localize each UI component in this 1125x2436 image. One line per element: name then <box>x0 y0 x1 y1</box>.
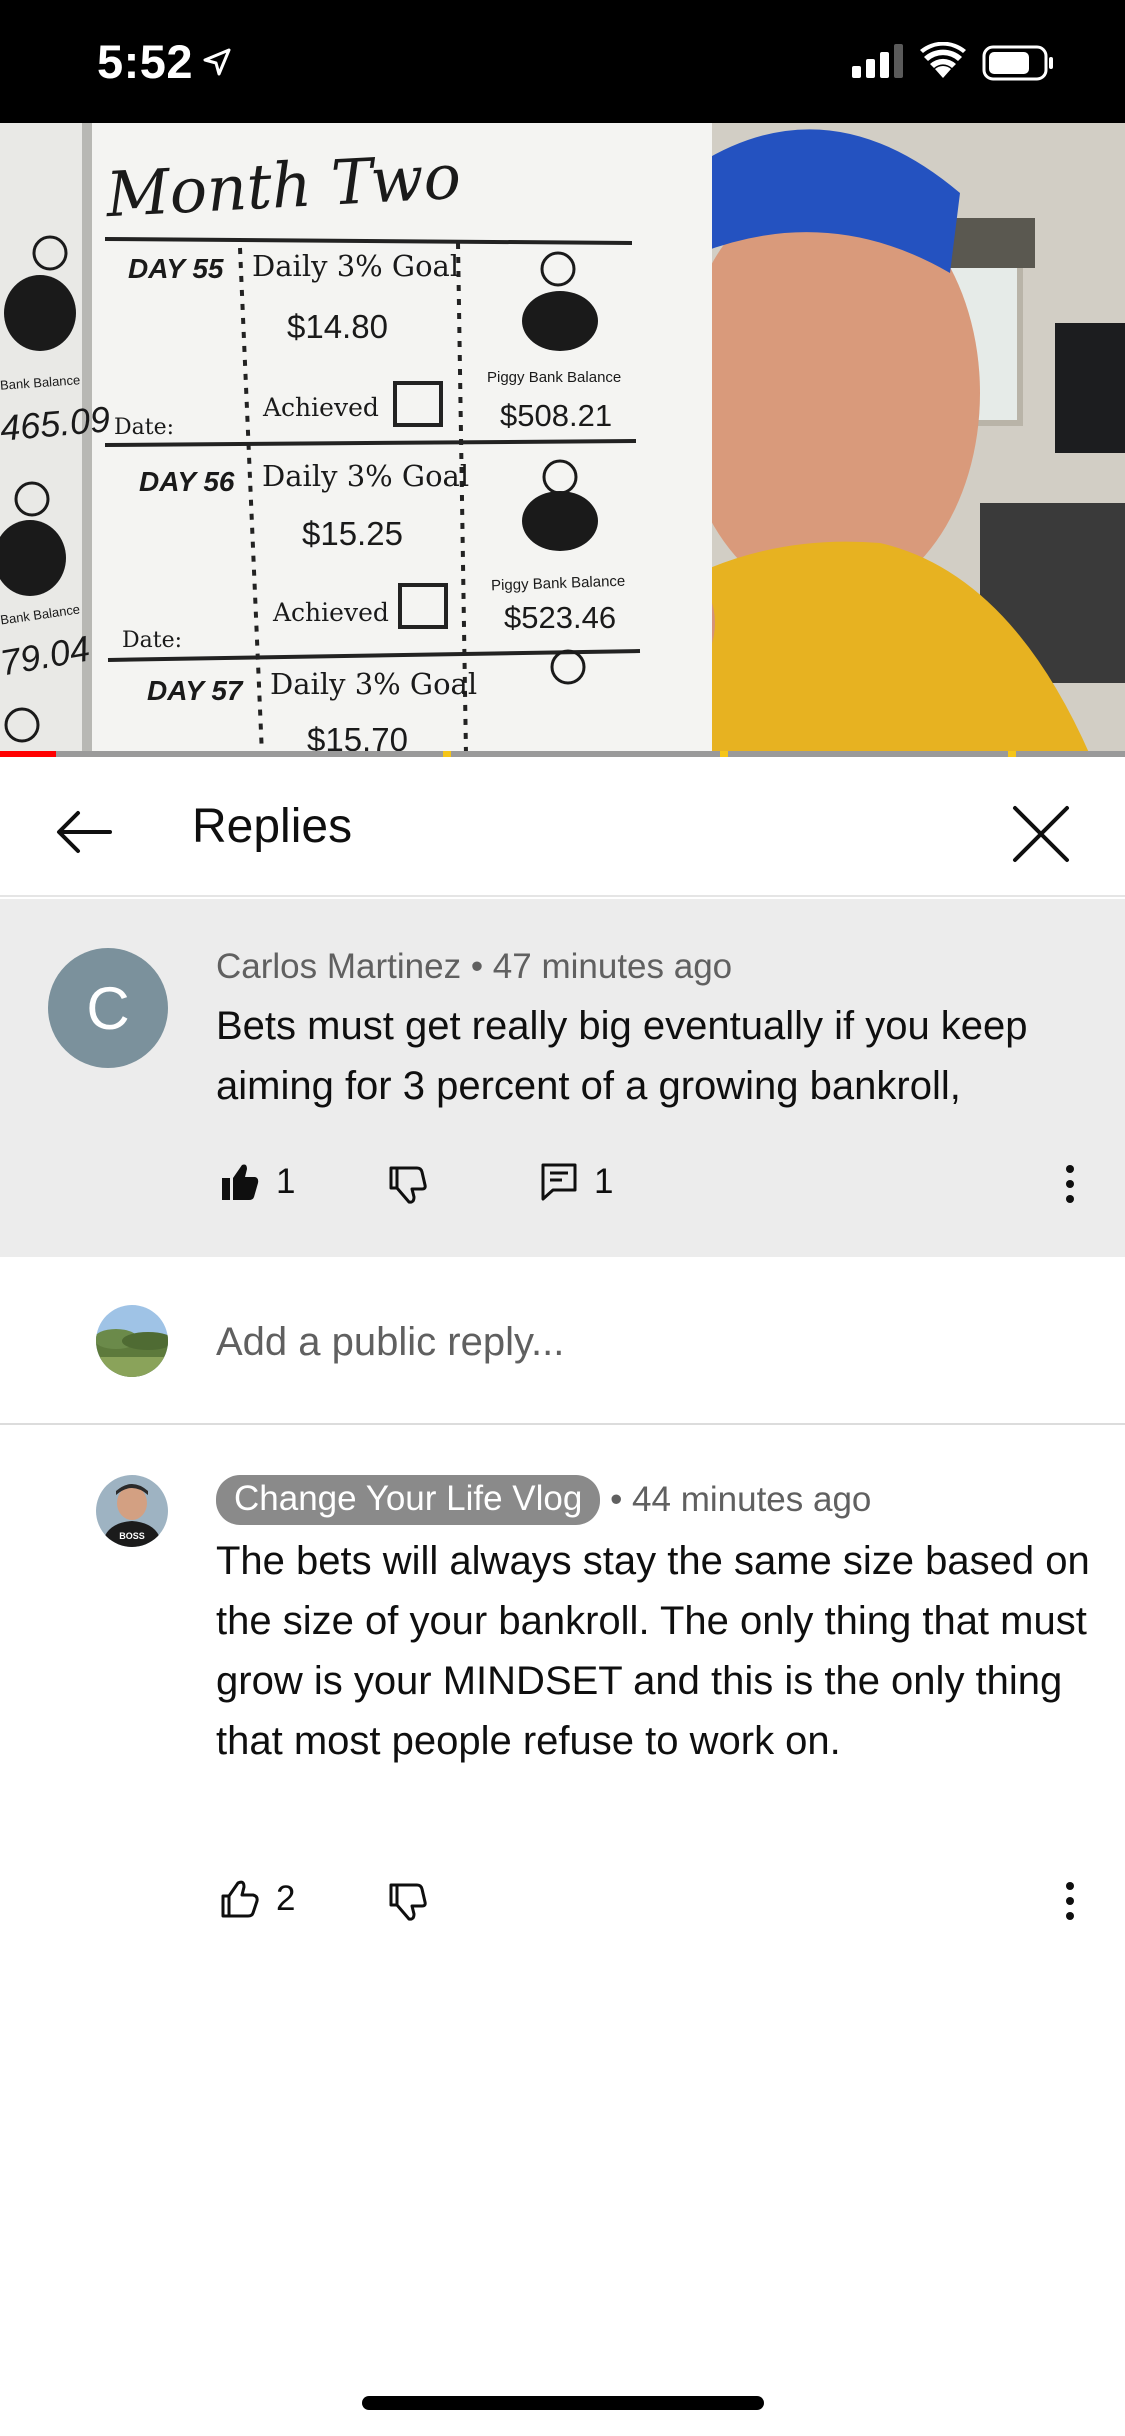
thumbs-up-filled-icon <box>222 1164 259 1200</box>
video-date-label-1: Date: <box>114 415 175 440</box>
video-day-55: DAY 55 <box>128 253 224 284</box>
arrow-left-icon <box>57 811 112 853</box>
like-count: 2 <box>276 1879 296 1918</box>
reply-meta: Change Your Life Vlog • 44 minutes ago <box>216 1475 871 1525</box>
video-player[interactable]: Month Two DAY 55 Daily 3% Goal $14.80 Ac… <box>0 123 1125 755</box>
video-achieved-55: Achieved <box>263 393 379 422</box>
landscape-avatar-image <box>96 1305 168 1377</box>
comment-meta: Carlos Martinez • 47 minutes ago <box>216 947 732 987</box>
video-day-56: DAY 56 <box>139 466 235 497</box>
creator-avatar-image: BOSS <box>96 1475 168 1547</box>
reply-input-row <box>0 1257 1125 1425</box>
comment-author[interactable]: Carlos Martinez <box>216 947 461 986</box>
video-balance-56: $523.46 <box>504 600 617 635</box>
video-goal-55: $14.80 <box>287 308 388 345</box>
dislike-button[interactable] <box>388 1882 428 1922</box>
dislike-button[interactable] <box>388 1165 428 1205</box>
reply-time: 44 minutes ago <box>632 1480 872 1519</box>
video-goal-57: $15.70 <box>307 721 408 755</box>
video-piggy-label-55: Piggy Bank Balance <box>487 369 622 386</box>
status-bar: 5:52 <box>0 0 1125 123</box>
parent-comment: C Carlos Martinez • 47 minutes ago Bets … <box>0 899 1125 1257</box>
like-button[interactable]: 1 <box>220 1162 295 1202</box>
page-title: Replies <box>192 800 353 853</box>
creator-avatar[interactable]: BOSS <box>96 1475 168 1547</box>
more-options-button[interactable] <box>1050 1871 1090 1931</box>
close-icon <box>1013 806 1069 862</box>
comment-icon <box>541 1163 577 1201</box>
video-date-label-2: Date: <box>122 628 183 653</box>
video-balance-55: $508.21 <box>500 398 613 433</box>
replies-header: Replies <box>0 757 1125 897</box>
avatar-letter: C <box>86 974 130 1042</box>
thumbs-up-icon <box>221 1880 259 1918</box>
wifi-icon <box>920 42 966 78</box>
avatar[interactable]: C <box>48 948 168 1068</box>
status-time: 5:52 <box>97 35 194 88</box>
video-goal-label-56: Daily 3% Goal <box>262 459 470 493</box>
meta-separator: • <box>470 947 493 986</box>
video-day-57: DAY 57 <box>147 675 243 706</box>
battery-icon <box>982 45 1053 81</box>
comment-time: 47 minutes ago <box>492 947 733 986</box>
channel-owner-badge[interactable]: Change Your Life Vlog <box>216 1475 601 1525</box>
video-achieved-56: Achieved <box>273 598 389 627</box>
more-vertical-icon <box>1066 1882 1074 1920</box>
location-arrow-icon <box>203 48 231 76</box>
comment-text: Bets must get really big eventually if y… <box>216 1004 1028 1108</box>
meta-separator: • <box>600 1480 633 1519</box>
thumbs-down-icon <box>389 1166 427 1204</box>
reply-text: The bets will always stay the same size … <box>216 1539 1090 1763</box>
thumbs-down-icon <box>389 1883 427 1921</box>
public-reply-input[interactable] <box>216 1312 1066 1372</box>
close-button[interactable] <box>998 791 1084 877</box>
reply-count-button[interactable]: 1 <box>540 1162 613 1202</box>
reply-comment: BOSS Change Your Life Vlog • 44 minutes … <box>0 1427 1125 1987</box>
video-goal-56: $15.25 <box>302 515 403 552</box>
avatar-shirt-text: BOSS <box>119 1531 145 1541</box>
cellular-signal-icon <box>852 44 903 78</box>
reply-count: 1 <box>594 1162 614 1201</box>
back-button[interactable] <box>44 792 124 872</box>
more-options-button[interactable] <box>1050 1154 1090 1214</box>
like-count: 1 <box>276 1162 296 1201</box>
home-indicator <box>362 2396 764 2410</box>
video-goal-label-57: Daily 3% Goal <box>270 667 478 701</box>
user-avatar <box>96 1305 168 1377</box>
video-goal-label-55: Daily 3% Goal <box>252 249 460 283</box>
more-vertical-icon <box>1066 1165 1074 1203</box>
like-button[interactable]: 2 <box>220 1879 295 1919</box>
